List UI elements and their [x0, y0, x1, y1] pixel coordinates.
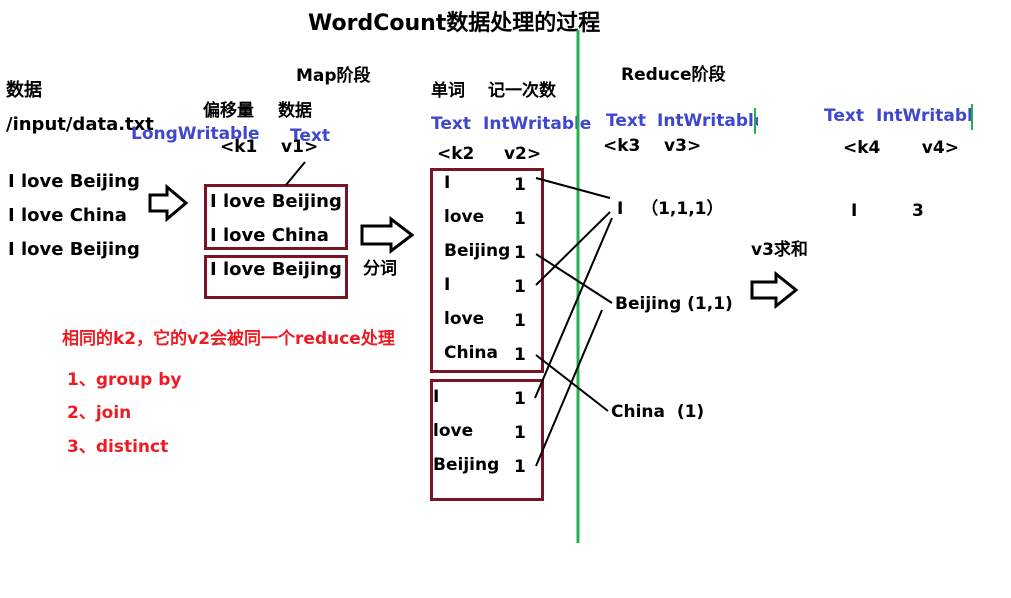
shuffle-line	[535, 354, 609, 412]
diagram-lines	[148, 30, 973, 543]
arrow-split-to-words	[360, 215, 415, 255]
arrow-input-to-split	[148, 183, 189, 223]
shuffle-line	[535, 309, 603, 467]
arrow-sum	[750, 270, 799, 310]
shuffle-line	[535, 177, 611, 199]
shuffle-line	[535, 253, 613, 304]
v1-pointer-line	[285, 161, 306, 186]
shuffle-line	[534, 217, 613, 399]
